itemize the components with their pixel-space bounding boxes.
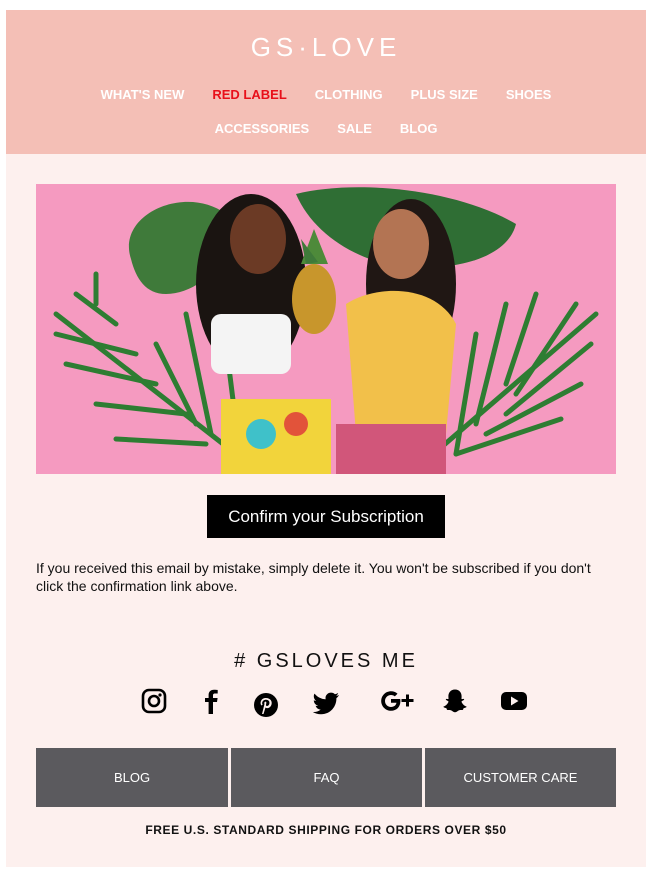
nav-blog[interactable]: BLOG — [400, 121, 438, 136]
footer-faq-button[interactable]: FAQ — [231, 748, 422, 807]
google-plus-icon[interactable] — [379, 686, 415, 716]
email-container: GS·LOVE WHAT'S NEW RED LABEL CLOTHING PL… — [6, 10, 646, 867]
nav-row-primary: WHAT'S NEW RED LABEL CLOTHING PLUS SIZE … — [6, 87, 646, 102]
nav-clothing[interactable]: CLOTHING — [315, 87, 383, 102]
pinterest-icon[interactable] — [251, 690, 281, 720]
hero-image[interactable] — [36, 184, 616, 474]
nav-whats-new[interactable]: WHAT'S NEW — [101, 87, 185, 102]
nav-accessories[interactable]: ACCESSORIES — [215, 121, 310, 136]
logo[interactable]: GS·LOVE — [6, 32, 646, 63]
facebook-icon[interactable] — [196, 686, 226, 716]
confirm-subscription-button[interactable]: Confirm your Subscription — [207, 495, 445, 538]
nav-row-secondary: ACCESSORIES SALE BLOG — [6, 121, 646, 136]
nav-plus-size[interactable]: PLUS SIZE — [411, 87, 478, 102]
nav-sale[interactable]: SALE — [337, 121, 372, 136]
shipping-banner: FREE U.S. STANDARD SHIPPING FOR ORDERS O… — [145, 823, 507, 837]
header: GS·LOVE WHAT'S NEW RED LABEL CLOTHING PL… — [6, 10, 646, 154]
instagram-icon[interactable] — [139, 686, 169, 716]
nav-red-label[interactable]: RED LABEL — [212, 87, 286, 102]
snapchat-icon[interactable] — [440, 686, 470, 716]
mistake-notice: If you received this email by mistake, s… — [36, 560, 591, 594]
hero-illustration — [36, 184, 616, 474]
youtube-icon[interactable] — [499, 686, 529, 716]
footer-blog-button[interactable]: BLOG — [36, 748, 228, 807]
nav-shoes[interactable]: SHOES — [506, 87, 552, 102]
hashtag-title: # GSLOVES ME — [234, 650, 418, 672]
twitter-icon[interactable] — [311, 689, 341, 719]
footer-customer-care-button[interactable]: CUSTOMER CARE — [425, 748, 616, 807]
